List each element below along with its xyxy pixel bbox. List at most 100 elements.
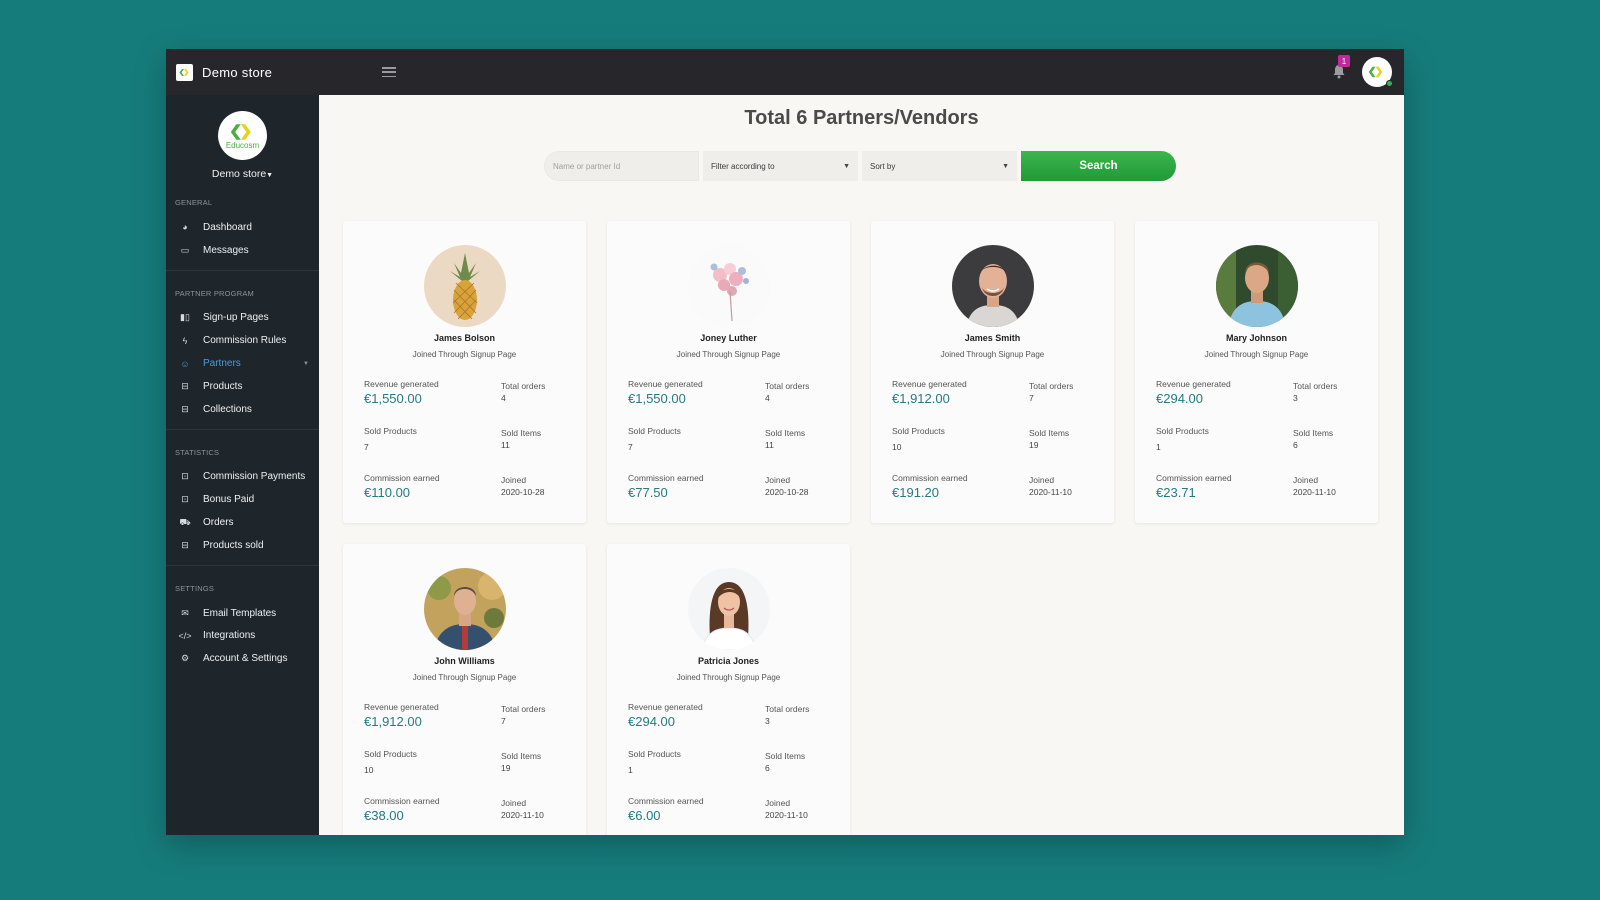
orders-value: 3	[765, 716, 770, 726]
store-selector[interactable]: Demo store▼	[166, 168, 319, 180]
commission-stat: Commission earned €38.00	[364, 796, 440, 823]
partner-card[interactable]: John Williams Joined Through Signup Page…	[343, 544, 586, 835]
gear-icon: ⚙	[180, 653, 190, 664]
partner-name: James Smith	[964, 333, 1021, 343]
joined-value: 2020-11-10	[765, 810, 808, 820]
sidebar-item-signup-pages[interactable]: ▮▯ Sign-up Pages	[166, 307, 319, 330]
commission-label: Commission earned	[364, 796, 440, 806]
search-input[interactable]	[544, 151, 699, 181]
filter-select[interactable]: Filter according to ▼	[703, 151, 858, 181]
orders-stat: Total orders 3	[1293, 381, 1337, 403]
commission-stat: Commission earned €191.20	[892, 473, 968, 500]
joined-label: Joined	[765, 475, 791, 485]
revenue-label: Revenue generated	[364, 379, 439, 389]
commission-label: Commission earned	[364, 473, 440, 483]
sidebar-item-messages[interactable]: ▭ Messages	[166, 239, 319, 262]
joined-label: Joined	[501, 798, 527, 808]
basket-icon: ⊟	[181, 539, 189, 550]
caret-down-icon: ▼	[1002, 162, 1009, 170]
sidebar-item-partners[interactable]: ☺ Partners ▼	[166, 352, 319, 375]
bolt-icon: ϟ	[182, 335, 188, 346]
filter-bar: Filter according to ▼ Sort by ▼ Search	[544, 151, 1176, 181]
sold-products-value: 1	[1156, 442, 1161, 452]
sidebar-item-label: Dashboard	[203, 221, 252, 233]
partner-name: Patricia Jones	[697, 656, 760, 666]
sold-items-value: 6	[1293, 440, 1298, 450]
section-title: SETTINGS	[175, 583, 215, 593]
partner-join-source: Joined Through Signup Page	[676, 673, 781, 682]
cart-icon: ⛟	[179, 516, 191, 527]
sidebar-item-commission-rules[interactable]: ϟ Commission Rules	[166, 329, 319, 352]
partner-card[interactable]: Mary Johnson Joined Through Signup Page …	[1135, 221, 1378, 523]
online-status-dot	[1386, 80, 1393, 87]
chevron-down-icon: ▼	[303, 360, 309, 367]
search-button[interactable]: Search	[1021, 151, 1176, 181]
envelope-icon: ✉	[181, 607, 189, 618]
joined-stat: Joined 2020-10-28	[765, 475, 808, 497]
orders-value: 4	[765, 393, 770, 403]
educosm-logo-icon	[1368, 66, 1383, 78]
sidebar-item-label: Account & Settings	[203, 653, 288, 665]
sidebar-item-label: Collections	[203, 403, 252, 415]
commission-label: Commission earned	[1156, 473, 1232, 483]
sidebar-logo: Educosm	[218, 111, 267, 160]
money-icon: ⊡	[181, 471, 189, 482]
sort-select[interactable]: Sort by ▼	[862, 151, 1017, 181]
joined-value: 2020-11-10	[501, 810, 544, 820]
commission-label: Commission earned	[628, 796, 704, 806]
sidebar-item-orders[interactable]: ⛟ Orders	[166, 511, 319, 534]
commission-label: Commission earned	[628, 473, 704, 483]
joined-stat: Joined 2020-11-10	[1293, 475, 1336, 497]
partner-name: Mary Johnson	[1225, 333, 1287, 343]
orders-label: Total orders	[1293, 381, 1338, 391]
joined-value: 2020-10-28	[765, 487, 809, 497]
sidebar-item-label: Messages	[203, 244, 249, 256]
sidebar-item-label: Products sold	[203, 539, 264, 551]
revenue-label: Revenue generated	[628, 702, 703, 712]
menu-toggle-icon[interactable]	[382, 67, 397, 77]
sidebar-item-dashboard[interactable]: ◕ Dashboard	[166, 216, 319, 239]
partner-card[interactable]: Patricia Jones Joined Through Signup Pag…	[607, 544, 850, 835]
revenue-label: Revenue generated	[628, 379, 703, 389]
sold-products-stat: Sold Products 1	[1156, 426, 1209, 452]
woman-white-bg-avatar-image	[687, 568, 770, 650]
dashboard-icon: ◕	[182, 222, 188, 233]
revenue-value: €1,550.00	[364, 391, 422, 406]
sidebar-item-label: Email Templates	[203, 607, 277, 619]
sold-products-label: Sold Products	[364, 426, 417, 436]
commission-value: €38.00	[364, 808, 404, 823]
sidebar-section-general: GENERAL ◕ Dashboard ▭ Messages	[166, 198, 319, 271]
notifications-button[interactable]: 1	[1332, 55, 1350, 80]
sidebar-item-collections[interactable]: ⊟ Collections	[166, 398, 319, 421]
revenue-value: €1,550.00	[628, 391, 686, 406]
revenue-stat: Revenue generated €294.00	[1156, 379, 1231, 406]
partner-name: John Williams	[434, 656, 495, 666]
partner-card[interactable]: James Bolson Joined Through Signup Page …	[343, 221, 586, 523]
sidebar-item-bonus-paid[interactable]: ⊡ Bonus Paid	[166, 488, 319, 511]
sold-items-value: 11	[501, 440, 510, 450]
orders-label: Total orders	[1029, 381, 1074, 391]
joined-stat: Joined 2020-10-28	[501, 475, 544, 497]
section-title: STATISTICS	[175, 447, 220, 457]
sidebar-item-integrations[interactable]: </> Integrations	[166, 625, 319, 648]
basket-icon: ⊟	[181, 380, 189, 391]
sold-products-label: Sold Products	[1156, 426, 1209, 436]
orders-value: 4	[501, 393, 506, 403]
partner-name: James Bolson	[433, 333, 496, 343]
sidebar-item-commission-payments[interactable]: ⊡ Commission Payments	[166, 466, 319, 489]
partner-card[interactable]: Joney Luther Joined Through Signup Page …	[607, 221, 850, 523]
orders-label: Total orders	[501, 381, 546, 391]
commission-stat: Commission earned €6.00	[628, 796, 704, 823]
store-selector-label: Demo store	[211, 168, 267, 180]
partner-card[interactable]: James Smith Joined Through Signup Page R…	[871, 221, 1114, 523]
sold-products-value: 7	[628, 442, 633, 452]
user-avatar[interactable]	[1362, 57, 1393, 87]
sidebar-item-products-sold[interactable]: ⊟ Products sold	[166, 534, 319, 557]
sidebar-item-products[interactable]: ⊟ Products	[166, 375, 319, 398]
message-icon: ▭	[180, 244, 190, 255]
sidebar-item-email-templates[interactable]: ✉ Email Templates	[166, 602, 319, 625]
orders-label: Total orders	[765, 381, 810, 391]
sidebar-item-account-settings[interactable]: ⚙ Account & Settings	[166, 647, 319, 670]
commission-stat: Commission earned €23.71	[1156, 473, 1232, 500]
orders-stat: Total orders 4	[501, 381, 545, 403]
